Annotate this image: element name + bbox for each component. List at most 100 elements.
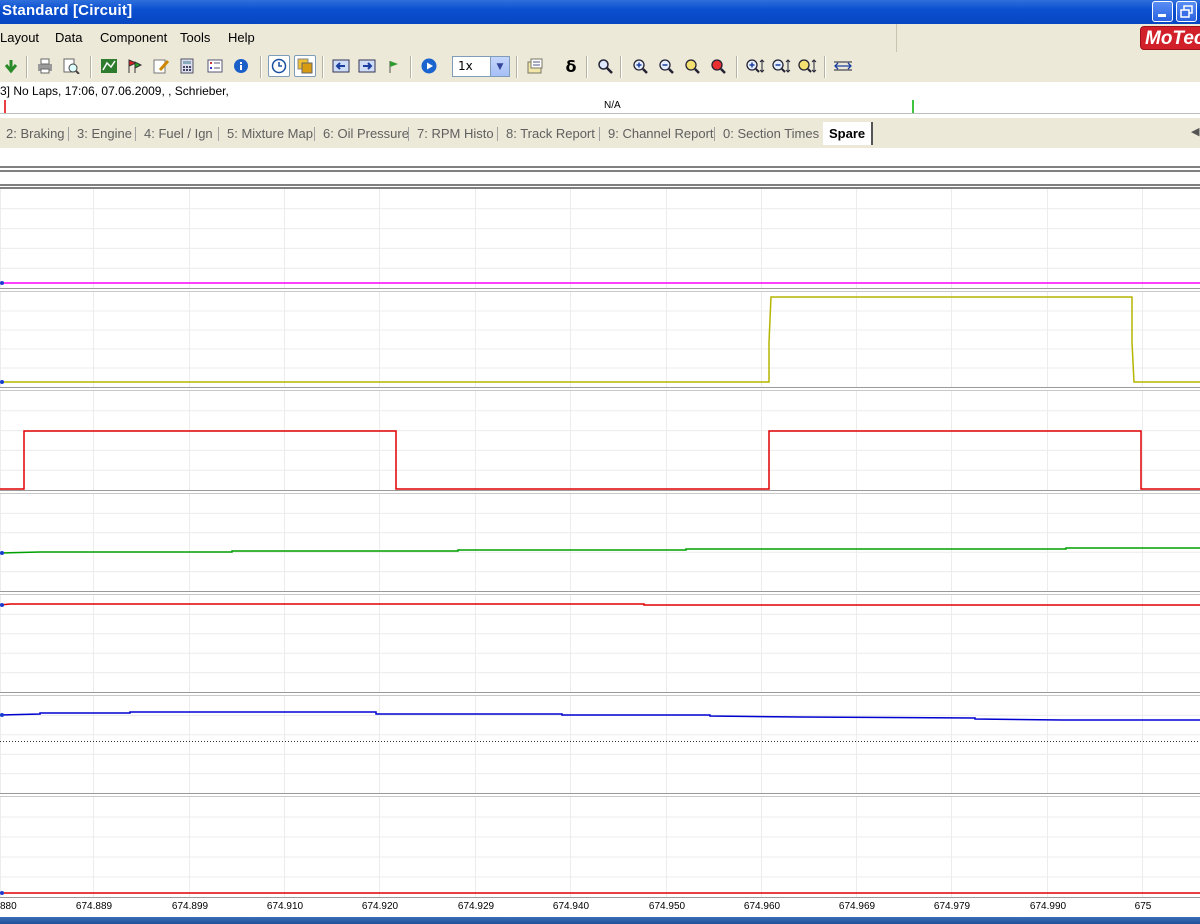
previous-lap-button[interactable] [330, 55, 352, 77]
print-preview-button[interactable] [60, 55, 82, 77]
tab-oil-pressure[interactable]: 6: Oil Pressure [323, 126, 409, 141]
time-graph[interactable] [0, 147, 1200, 899]
session-info-bar: 3] No Laps, 17:06, 07.06.2009, , Schrieb… [0, 82, 1200, 101]
lap-bar[interactable]: N/A [0, 100, 1200, 114]
tab-channel-report[interactable]: 9: Channel Report [608, 126, 714, 141]
info-icon [234, 59, 248, 73]
time-axis-tick-label: 674.960 [743, 901, 781, 912]
list-button[interactable] [204, 55, 226, 77]
magnifier-icon [598, 59, 613, 74]
worksheet-tabs: 2: Braking 3: Engine 4: Fuel / Ign 5: Mi… [0, 117, 1200, 148]
lap-label: N/A [604, 100, 621, 111]
trace-blue [0, 711, 1200, 721]
trace-red-flat [0, 603, 1200, 606]
tab-braking[interactable]: 2: Braking [6, 126, 65, 141]
time-axis-tick-label: 674.910 [266, 901, 304, 912]
session-info: 3] No Laps, 17:06, 07.06.2009, , Schrieb… [0, 84, 229, 98]
time-axis-tick-label: 674.920 [361, 901, 399, 912]
title-bar: Standard [Circuit] [0, 0, 1200, 24]
zoom-reset-button[interactable] [708, 55, 730, 77]
vertical-zoom-in-icon [746, 59, 765, 73]
time-mode-button[interactable] [268, 55, 290, 77]
list-icon [207, 59, 223, 73]
menu-data[interactable]: Data [55, 30, 82, 45]
horizontal-scale-icon [834, 61, 852, 71]
track-map-button[interactable] [124, 55, 146, 77]
horizontal-scale-button[interactable] [832, 55, 854, 77]
print-button[interactable] [34, 55, 56, 77]
trace-start-dot [0, 891, 4, 895]
delta-icon: δ [565, 56, 577, 76]
properties-button[interactable] [524, 55, 546, 77]
arrow-right-icon [358, 59, 376, 73]
menu-tools[interactable]: Tools [180, 30, 210, 45]
playback-speed-select[interactable]: 1x ▼ [452, 56, 510, 77]
vertical-zoom-fit-icon [798, 59, 817, 73]
tab-scroll-left-icon[interactable]: ◀ [1191, 125, 1199, 138]
play-icon [421, 58, 437, 74]
trace-red-step [0, 430, 1200, 490]
zoom-in-icon [633, 59, 648, 74]
tab-fuel-ign[interactable]: 4: Fuel / Ign [144, 126, 213, 141]
vertical-zoom-out-icon [772, 59, 791, 73]
trace-start-dot [0, 551, 4, 555]
tab-spare[interactable]: Spare [823, 122, 874, 145]
graph-button[interactable] [98, 55, 120, 77]
trace-olive [0, 296, 1200, 383]
restore-button[interactable] [1176, 1, 1197, 22]
time-axis-tick-label: 674.950 [648, 901, 686, 912]
print-preview-icon [63, 58, 80, 74]
next-lap-button[interactable] [356, 55, 378, 77]
vertical-zoom-fit-button[interactable] [796, 55, 818, 77]
time-axis-tick-label: 880 [0, 901, 17, 912]
info-button[interactable] [230, 55, 252, 77]
tab-engine[interactable]: 3: Engine [77, 126, 132, 141]
delta-button[interactable]: δ [560, 55, 582, 77]
playback-speed-value: 1x [458, 59, 473, 73]
marker-button[interactable] [382, 55, 404, 77]
menu-help[interactable]: Help [228, 30, 255, 45]
zoom-out-icon [659, 59, 674, 74]
toolbar: 1x ▼ δ [0, 52, 1200, 83]
trace-start-dot [0, 713, 4, 717]
flags-icon [128, 59, 143, 73]
menu-layout[interactable]: Layout [0, 30, 39, 45]
minimize-button[interactable] [1152, 1, 1173, 22]
tab-section-times[interactable]: 0: Section Times [723, 126, 819, 141]
zoom-in-button[interactable] [630, 55, 652, 77]
tab-rpm-histo[interactable]: 7: RPM Histo [417, 126, 494, 141]
menu-component[interactable]: Component [100, 30, 167, 45]
clock-icon [271, 58, 287, 74]
flag-icon [389, 61, 398, 73]
load-button[interactable] [0, 55, 22, 77]
trace-start-dot [0, 603, 4, 607]
trace-start-dot [0, 380, 4, 384]
chevron-down-icon[interactable]: ▼ [490, 57, 509, 76]
tab-mixture-map[interactable]: 5: Mixture Map [227, 126, 313, 141]
zoom-button[interactable] [594, 55, 616, 77]
overlay-icon [297, 58, 313, 74]
time-axis-tick-label: 674.889 [75, 901, 113, 912]
time-axis-tick-label: 674.969 [838, 901, 876, 912]
zoom-fit-button[interactable] [682, 55, 704, 77]
graph-canvas [0, 166, 1200, 898]
vertical-zoom-in-button[interactable] [744, 55, 766, 77]
restore-icon [1177, 2, 1196, 21]
trace-start-dot [0, 281, 4, 285]
tab-track-report[interactable]: 8: Track Report [506, 126, 595, 141]
calculator-button[interactable] [176, 55, 198, 77]
time-axis-tick-label: 675 [1134, 901, 1152, 912]
arrow-left-icon [332, 59, 350, 73]
time-axis-tick-label: 674.899 [171, 901, 209, 912]
motec-logo: MoTec [1140, 26, 1200, 50]
calculator-icon [180, 58, 194, 74]
properties-icon [527, 58, 543, 74]
vertical-zoom-out-button[interactable] [770, 55, 792, 77]
edit-button[interactable] [150, 55, 172, 77]
time-axis-tick-label: 674.979 [933, 901, 971, 912]
overlay-button[interactable] [294, 55, 316, 77]
status-strip [0, 917, 1200, 924]
play-button[interactable] [418, 55, 440, 77]
zoom-out-button[interactable] [656, 55, 678, 77]
window-title: Standard [Circuit] [2, 2, 133, 19]
